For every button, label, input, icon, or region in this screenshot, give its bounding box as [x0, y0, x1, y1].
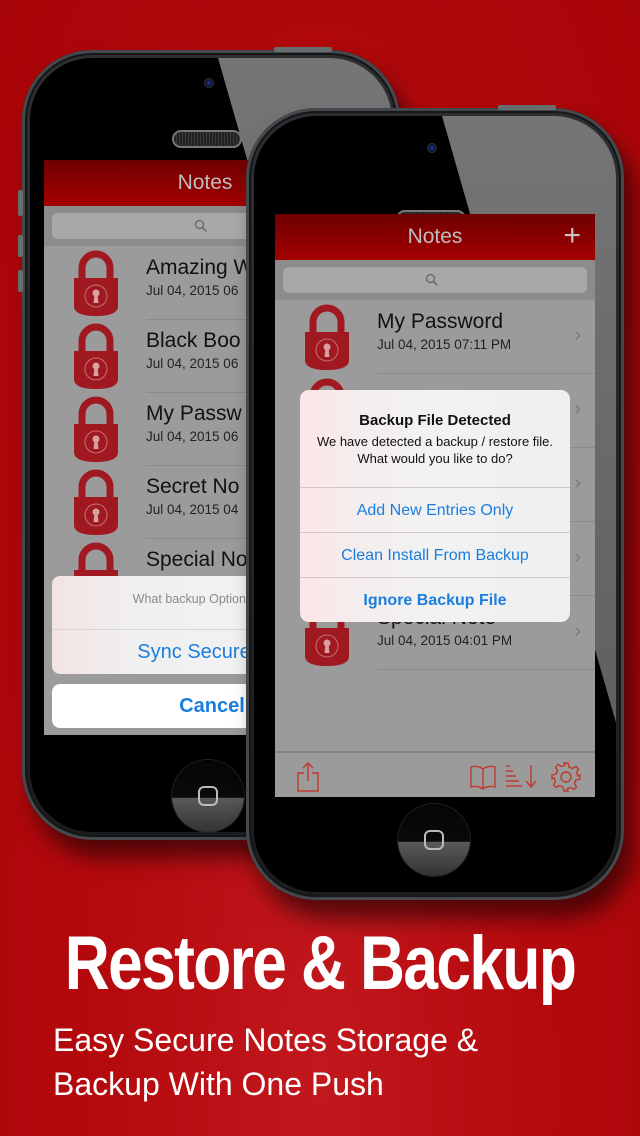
subline-line-1: Easy Secure Notes Storage & — [53, 1022, 479, 1058]
chevron-right-icon: › — [574, 472, 581, 494]
search-icon — [425, 273, 438, 286]
book-icon[interactable] — [469, 763, 497, 791]
lock-icon — [74, 323, 118, 389]
lock-icon — [305, 304, 349, 370]
chevron-right-icon: › — [574, 620, 581, 642]
sleep-button — [274, 47, 332, 52]
subline-line-2: Backup With One Push — [53, 1066, 384, 1102]
home-button[interactable] — [172, 760, 244, 832]
note-date: Jul 04, 2015 04 — [146, 502, 239, 517]
search-icon — [194, 219, 207, 232]
alert-title: Backup File Detected — [359, 412, 511, 429]
share-icon[interactable] — [295, 761, 321, 793]
note-row[interactable]: Secret No Jul 04, 2015 04 — [44, 465, 266, 539]
row-separator — [377, 669, 595, 670]
lock-icon — [74, 396, 118, 462]
volume-up-button — [18, 235, 23, 257]
earpiece-speaker — [172, 130, 242, 148]
lock-icon — [74, 250, 118, 316]
sleep-button — [498, 105, 556, 110]
chevron-right-icon: › — [574, 398, 581, 420]
front-camera — [427, 143, 437, 153]
note-title: My Password — [377, 310, 504, 333]
note-row[interactable]: My Passw Jul 04, 2015 06 — [44, 392, 266, 466]
action-sheet-message: What backup Option do — [52, 576, 266, 630]
nav-title: Notes — [177, 171, 233, 194]
ignore-backup-button[interactable]: Ignore Backup File — [300, 577, 570, 622]
backup-action-sheet: What backup Option do Sync Secure N — [52, 576, 266, 674]
cancel-button[interactable]: Cancel — [52, 684, 266, 728]
front-phone-frame: Notes + My Password Jul 04, 2015 07:11 P… — [246, 105, 624, 900]
chevron-right-icon: › — [574, 324, 581, 346]
lock-icon — [74, 469, 118, 535]
search-input[interactable] — [283, 267, 587, 293]
alert-message: We have detected a backup / restore file… — [316, 434, 554, 466]
volume-down-button — [18, 270, 23, 292]
nav-bar: Notes + — [275, 214, 595, 260]
note-title: My Passw — [146, 402, 242, 425]
headline: Restore & Backup — [64, 921, 577, 1006]
subline: Easy Secure Notes Storage & Backup With … — [53, 1018, 478, 1106]
note-row[interactable]: Black Boo Jul 04, 2015 06 — [44, 319, 266, 393]
home-button[interactable] — [398, 804, 470, 876]
note-row[interactable]: My Password Jul 04, 2015 07:11 PM › — [275, 300, 595, 374]
search-bar — [275, 260, 595, 300]
search-bar — [44, 206, 266, 246]
note-row[interactable]: Amazing W Jul 04, 2015 06 — [44, 246, 266, 320]
front-camera — [204, 78, 214, 88]
search-input[interactable] — [52, 213, 258, 239]
note-date: Jul 04, 2015 07:11 PM — [377, 337, 512, 352]
add-new-entries-button[interactable]: Add New Entries Only — [300, 487, 570, 532]
gear-icon[interactable] — [550, 761, 582, 793]
sync-secure-notes-button[interactable]: Sync Secure N — [52, 630, 266, 674]
note-date: Jul 04, 2015 06 — [146, 356, 239, 371]
note-date: Jul 04, 2015 04:01 PM — [377, 633, 513, 648]
mute-switch — [18, 190, 23, 216]
note-date: Jul 04, 2015 06 — [146, 283, 239, 298]
note-title: Amazing W — [146, 256, 254, 279]
nav-bar: Notes — [44, 160, 266, 206]
backup-detected-alert: Backup File Detected We have detected a … — [300, 390, 570, 622]
note-title: Secret No — [146, 475, 240, 498]
clean-install-button[interactable]: Clean Install From Backup — [300, 532, 570, 577]
note-title: Special No — [146, 548, 248, 571]
front-phone-screen: Notes + My Password Jul 04, 2015 07:11 P… — [275, 214, 595, 797]
nav-title: Notes — [407, 225, 463, 248]
bottom-toolbar — [275, 751, 595, 797]
note-title: Black Boo — [146, 329, 241, 352]
note-date: Jul 04, 2015 06 — [146, 429, 239, 444]
chevron-right-icon: › — [574, 546, 581, 568]
add-note-button[interactable]: + — [563, 214, 581, 258]
sort-icon[interactable] — [504, 761, 538, 791]
back-phone-screen: Notes Amazing W Jul 04, 2015 06 Black Bo… — [44, 160, 266, 735]
